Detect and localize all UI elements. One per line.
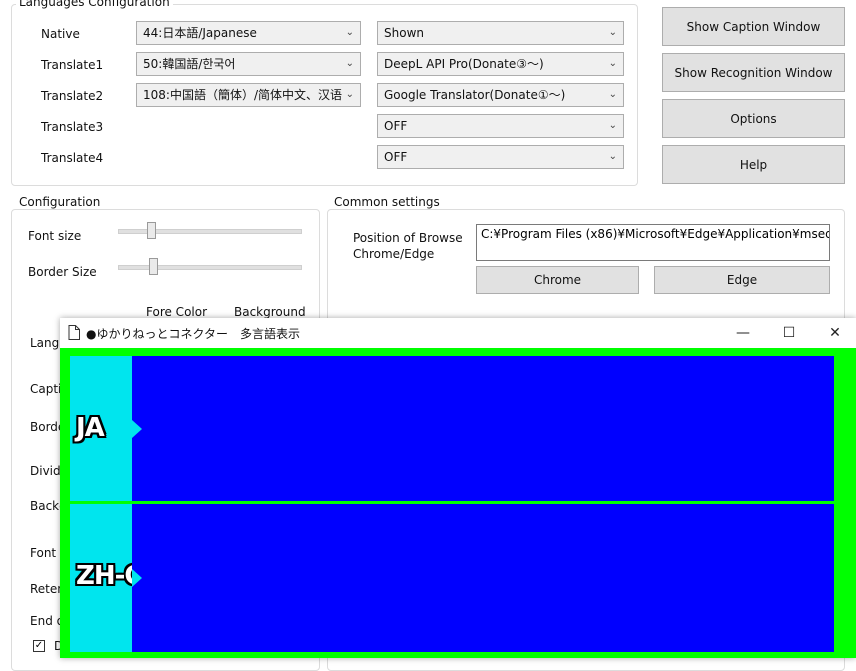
- options-button[interactable]: Options: [662, 99, 845, 138]
- minimize-icon: —: [736, 325, 750, 341]
- partial-label-font: Font: [30, 546, 57, 560]
- border-size-slider-thumb[interactable]: [149, 258, 158, 275]
- font-size-label: Font size: [28, 229, 82, 243]
- minimize-button[interactable]: —: [720, 318, 766, 348]
- lang-tag-ja-text: JA: [76, 413, 105, 443]
- chevron-down-icon: ⌄: [345, 27, 354, 38]
- translate4-engine-value: OFF: [384, 150, 408, 164]
- translate2-engine-select[interactable]: Google Translator(Donate①〜) ⌄: [377, 83, 624, 107]
- browser-type-label: Chrome/Edge: [353, 247, 435, 261]
- configuration-group-title: Configuration: [16, 195, 104, 209]
- option-checkbox[interactable]: ✓: [33, 640, 45, 652]
- translate2-language-value: 108:中国語（簡体）/简体中文、汉语: [143, 88, 342, 102]
- translate3-engine-value: OFF: [384, 119, 408, 133]
- native-language-select[interactable]: 44:日本語/Japanese ⌄: [136, 21, 361, 45]
- translate2-engine-value: Google Translator(Donate①〜): [384, 88, 566, 102]
- common-settings-title: Common settings: [331, 195, 443, 209]
- fore-color-label: Fore Color: [146, 305, 208, 319]
- translate3-engine-select[interactable]: OFF ⌄: [377, 114, 624, 138]
- chrome-button[interactable]: Chrome: [476, 266, 639, 294]
- border-size-slider-track[interactable]: [118, 265, 302, 270]
- partial-label-end: End o: [30, 614, 64, 628]
- chevron-down-icon: ⌄: [608, 120, 617, 131]
- lang-tag-zh: ZH-C: [70, 504, 132, 652]
- show-caption-window-button[interactable]: Show Caption Window: [662, 7, 845, 46]
- chevron-down-icon: ⌄: [345, 58, 354, 69]
- translate4-engine-select[interactable]: OFF ⌄: [377, 145, 624, 169]
- close-icon: ✕: [829, 325, 841, 341]
- document-icon: [68, 325, 80, 340]
- caption-frame: JA ZH-C: [60, 348, 856, 658]
- translate2-language-select[interactable]: 108:中国語（簡体）/简体中文、汉语 ⌄: [136, 83, 361, 107]
- border-size-label: Border Size: [28, 265, 97, 279]
- translate3-label: Translate3: [41, 120, 104, 134]
- chevron-down-icon: ⌄: [345, 89, 354, 100]
- caption-window-title: ●ゆかりねっとコネクター 多言語表示: [86, 327, 300, 341]
- browser-path-input[interactable]: C:¥Program Files (x86)¥Microsoft¥Edge¥Ap…: [476, 224, 830, 261]
- lang-tag-zh-text: ZH-C: [76, 561, 132, 591]
- native-mode-select[interactable]: Shown ⌄: [377, 21, 624, 45]
- caption-lane-zh: ZH-C: [70, 504, 834, 652]
- help-button[interactable]: Help: [662, 145, 845, 184]
- browser-position-label: Position of Browse: [353, 231, 463, 245]
- lang-tag-arrow-icon: [132, 420, 142, 438]
- native-label: Native: [41, 27, 80, 41]
- font-size-slider-thumb[interactable]: [147, 222, 156, 239]
- languages-group-title: Languages Configuration: [16, 0, 173, 9]
- translate1-engine-value: DeepL API Pro(Donate③〜): [384, 57, 544, 71]
- chevron-down-icon: ⌄: [608, 89, 617, 100]
- translate1-language-value: 50:韓国語/한국어: [143, 57, 236, 71]
- lang-tag-arrow-icon: [132, 569, 142, 587]
- edge-button[interactable]: Edge: [654, 266, 830, 294]
- maximize-button[interactable]: ☐: [766, 318, 812, 348]
- native-language-value: 44:日本語/Japanese: [143, 26, 257, 40]
- translate1-language-select[interactable]: 50:韓国語/한국어 ⌄: [136, 52, 361, 76]
- caption-window-titlebar[interactable]: ●ゆかりねっとコネクター 多言語表示 — ☐ ✕: [60, 318, 856, 348]
- translate2-label: Translate2: [41, 89, 104, 103]
- translate1-engine-select[interactable]: DeepL API Pro(Donate③〜) ⌄: [377, 52, 624, 76]
- check-icon: ✓: [34, 640, 44, 651]
- maximize-icon: ☐: [782, 325, 796, 341]
- show-recognition-window-button[interactable]: Show Recognition Window: [662, 53, 845, 92]
- caption-lane-ja: JA: [70, 356, 834, 501]
- translate4-label: Translate4: [41, 151, 104, 165]
- chevron-down-icon: ⌄: [608, 58, 617, 69]
- chevron-down-icon: ⌄: [608, 27, 617, 38]
- translate1-label: Translate1: [41, 58, 104, 72]
- native-mode-value: Shown: [384, 26, 424, 40]
- close-button[interactable]: ✕: [812, 318, 856, 348]
- chevron-down-icon: ⌄: [608, 151, 617, 162]
- background-label: Background: [234, 305, 306, 319]
- caption-window[interactable]: ●ゆかりねっとコネクター 多言語表示 — ☐ ✕ JA ZH-C: [60, 318, 856, 658]
- font-size-slider-track[interactable]: [118, 229, 302, 234]
